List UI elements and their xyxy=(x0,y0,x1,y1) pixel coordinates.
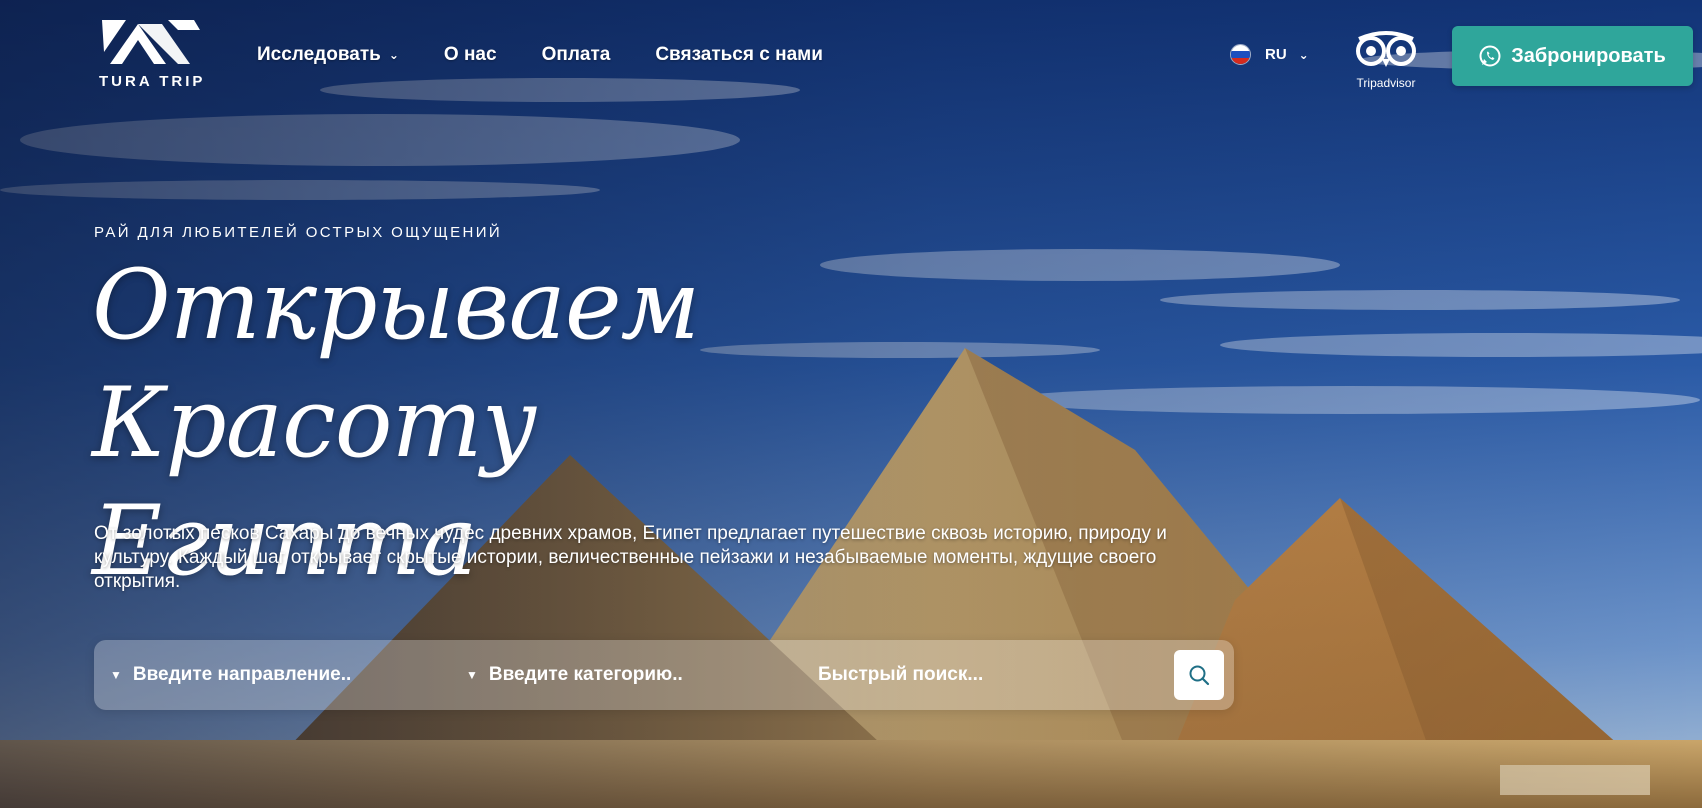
nav-payment[interactable]: Оплата xyxy=(542,44,611,66)
quick-search-placeholder: Быстрый поиск... xyxy=(818,664,984,685)
logo[interactable]: TURA TRIP xyxy=(98,16,208,90)
category-dropdown[interactable]: ▼ Введите категорию.. xyxy=(466,640,796,710)
tripadvisor-link[interactable]: Tripadvisor xyxy=(1353,29,1419,90)
category-placeholder: Введите категорию.. xyxy=(488,664,683,685)
language-selector[interactable]: RU ⌄ xyxy=(1230,44,1309,65)
nav-explore-label: Исследовать xyxy=(257,44,381,65)
caret-down-icon: ▼ xyxy=(110,668,122,682)
whatsapp-icon xyxy=(1479,45,1501,67)
book-button[interactable]: Забронировать xyxy=(1452,26,1693,86)
chevron-down-icon: ⌄ xyxy=(1298,47,1309,62)
headline-line-1: Открываем xyxy=(92,249,700,361)
russia-flag-icon xyxy=(1230,44,1251,65)
nav-payment-label: Оплата xyxy=(541,44,611,65)
search-button[interactable] xyxy=(1174,650,1224,700)
logo-mark-icon xyxy=(102,20,200,64)
caret-down-icon: ▼ xyxy=(466,668,478,682)
logo-text: TURA TRIP xyxy=(99,73,206,90)
nav-explore[interactable]: Исследовать ⌄ xyxy=(257,44,399,66)
nav-about[interactable]: О нас xyxy=(444,44,497,66)
chevron-down-icon: ⌄ xyxy=(388,48,399,62)
hero-description: От золотых песков Сахары до вечных чудес… xyxy=(94,523,1167,592)
main-nav: Исследовать ⌄ О нас Оплата Связаться с н… xyxy=(257,44,868,66)
book-button-label: Забронировать xyxy=(1511,44,1666,67)
tripadvisor-label: Tripadvisor xyxy=(1356,76,1416,90)
hero-eyebrow: Рай для любителей острых ощущений xyxy=(94,224,503,241)
tripadvisor-owl-icon xyxy=(1356,31,1416,67)
nav-contact-label: Связаться с нами xyxy=(655,44,823,65)
search-icon xyxy=(1189,665,1210,686)
nav-contact[interactable]: Связаться с нами xyxy=(655,44,823,66)
language-code: RU xyxy=(1265,46,1287,63)
search-bar: ▼ Введите направление.. ▼ Введите катего… xyxy=(94,640,1234,710)
destination-placeholder: Введите направление.. xyxy=(132,664,352,685)
nav-about-label: О нас xyxy=(443,44,497,65)
destination-dropdown[interactable]: ▼ Введите направление.. xyxy=(110,640,440,710)
quick-search-input[interactable]: Быстрый поиск... xyxy=(818,640,1158,710)
